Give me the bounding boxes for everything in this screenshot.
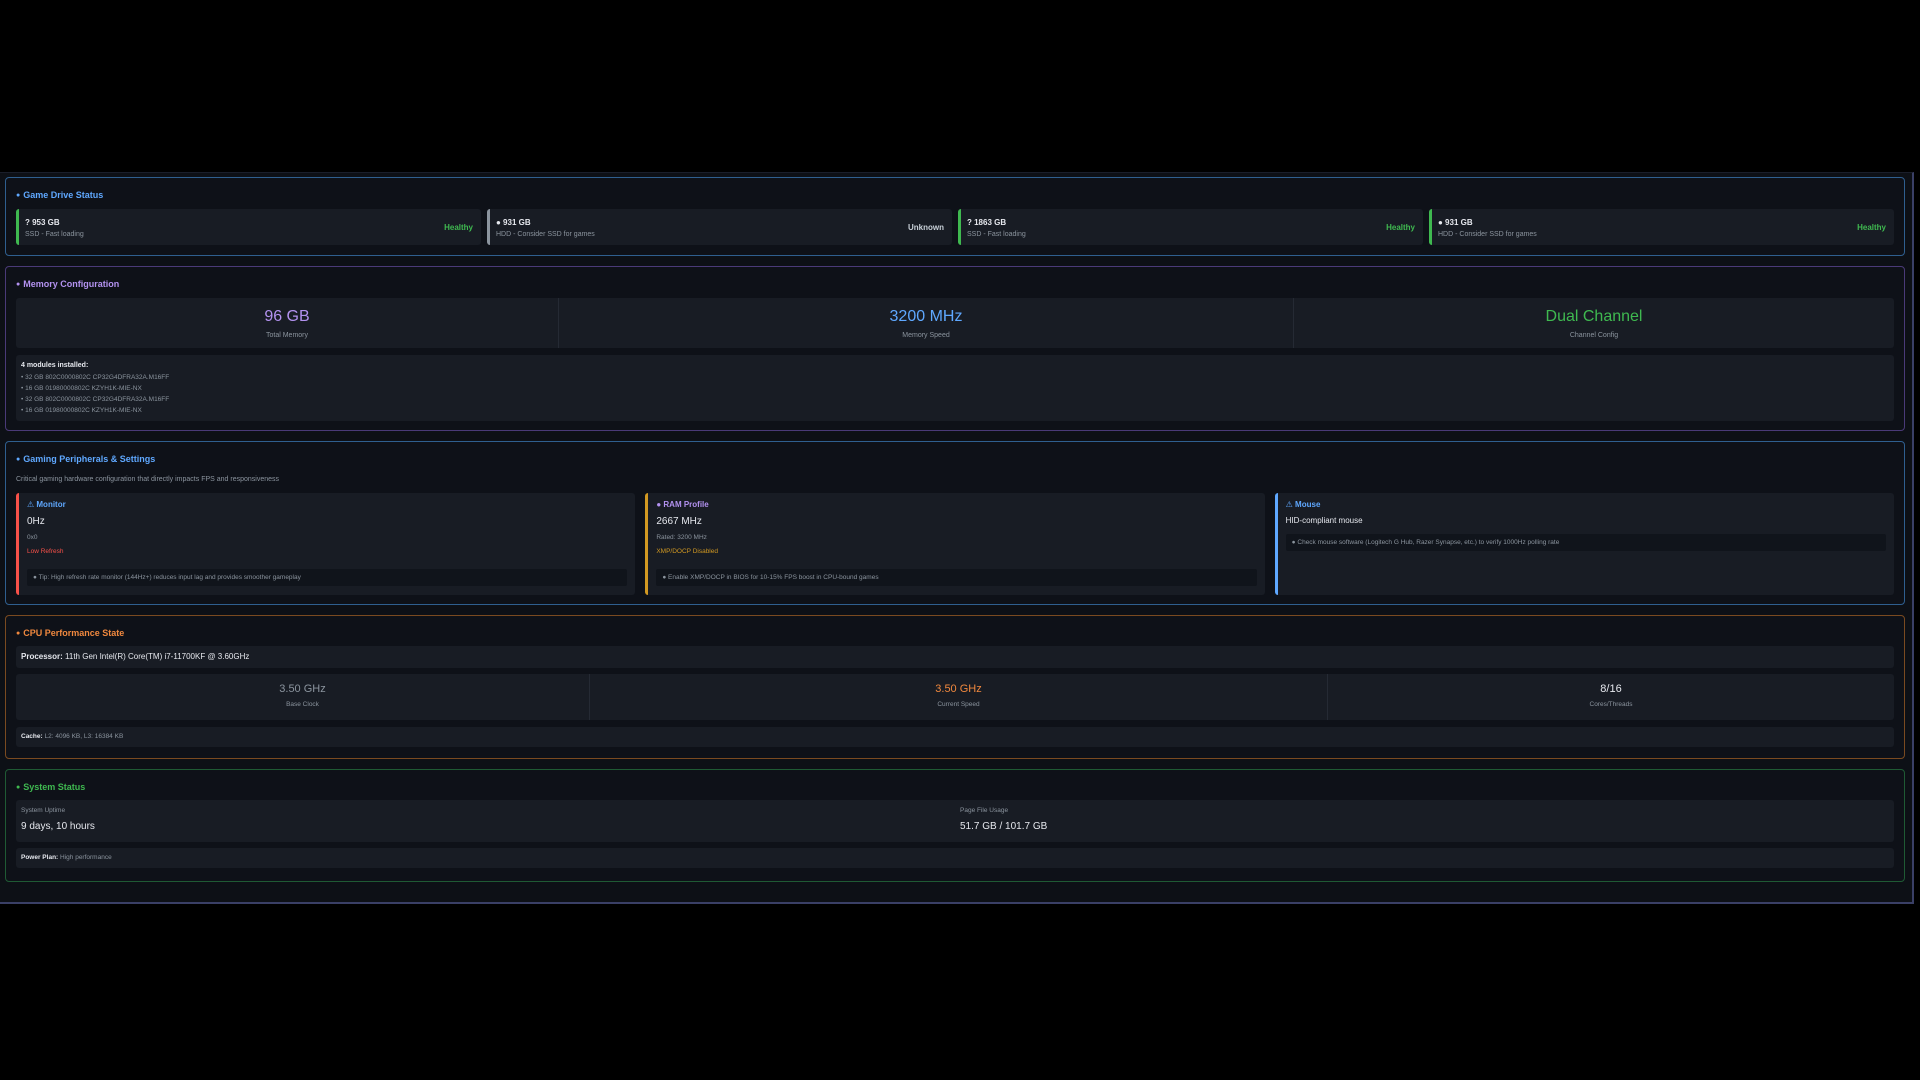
drive-list: ? 953 GB SSD - Fast loading Healthy ● 93… bbox=[16, 209, 1894, 245]
module-item: • 16 GB 01980000802C KZYH1K-MIE-NX bbox=[21, 407, 142, 414]
mouse-tip: ● Check mouse software (Logitech G Hub, … bbox=[1285, 534, 1886, 551]
drive-card: ● 931 GB HDD - Consider SSD for games He… bbox=[1429, 209, 1894, 245]
drive-card: ? 1863 GB SSD - Fast loading Healthy bbox=[958, 209, 1423, 245]
drive-type: SSD - Fast loading bbox=[967, 231, 1026, 238]
memory-speed-value: 3200 MHz bbox=[889, 308, 963, 325]
power-plan-label: Power Plan: bbox=[21, 854, 59, 861]
cores-threads-label: Cores/Threads bbox=[1589, 701, 1633, 708]
power-plan-row: Power Plan: High performance bbox=[16, 848, 1894, 868]
memory-stats: 96 GB Total Memory 3200 MHz Memory Speed… bbox=[16, 298, 1894, 348]
base-clock-value: 3.50 GHz bbox=[279, 683, 326, 695]
section-title: ● System Status bbox=[16, 782, 86, 792]
system-status-section: ● System Status System Uptime 9 days, 10 … bbox=[5, 769, 1905, 882]
drive-status: Unknown bbox=[908, 223, 944, 232]
ram-rated-speed: Rated: 3200 MHz bbox=[656, 534, 707, 541]
ram-speed-value: 2667 MHz bbox=[656, 516, 702, 527]
cpu-performance-section: ● CPU Performance State Processor: 11th G… bbox=[5, 615, 1905, 759]
mouse-title: ⚠ Mouse bbox=[1285, 500, 1321, 509]
bullet-icon: ● bbox=[16, 630, 21, 637]
cache-row: Cache: L2: 4096 KB, L3: 16384 KB bbox=[16, 727, 1894, 747]
current-speed-value: 3.50 GHz bbox=[935, 683, 982, 695]
current-speed-label: Current Speed bbox=[937, 701, 980, 708]
channel-config-value: Dual Channel bbox=[1545, 308, 1643, 325]
pagefile-value: 51.7 GB / 101.7 GB bbox=[960, 821, 1048, 832]
bullet-icon: ● bbox=[16, 281, 21, 288]
drive-type: HDD - Consider SSD for games bbox=[496, 231, 595, 238]
base-clock-label: Base Clock bbox=[286, 701, 319, 708]
section-title: ● Memory Configuration bbox=[16, 279, 120, 289]
drive-size: ● 931 GB bbox=[496, 218, 531, 227]
dashboard-panel: ● Game Drive Status ? 953 GB SSD - Fast l… bbox=[0, 172, 1914, 904]
total-memory-stat: 96 GB Total Memory bbox=[16, 298, 559, 348]
system-stats: System Uptime 9 days, 10 hours Page File… bbox=[16, 800, 1894, 842]
processor-row: Processor: 11th Gen Intel(R) Core(TM) i7… bbox=[16, 646, 1894, 668]
memory-modules: 4 modules installed: • 32 GB 802C0000802… bbox=[16, 355, 1894, 421]
drive-type: HDD - Consider SSD for games bbox=[1438, 231, 1537, 238]
pagefile-cell: Page File Usage 51.7 GB / 101.7 GB bbox=[955, 800, 1894, 842]
channel-config-stat: Dual Channel Channel Config bbox=[1294, 298, 1894, 348]
section-title: ● Game Drive Status bbox=[16, 190, 104, 200]
processor-label: Processor: bbox=[21, 652, 63, 661]
uptime-label: System Uptime bbox=[21, 807, 66, 814]
monitor-resolution: 0x0 bbox=[27, 534, 38, 541]
pagefile-label: Page File Usage bbox=[960, 807, 1009, 814]
module-item: • 32 GB 802C0000802C CP32G4DFRA32A.M16FF bbox=[21, 374, 170, 381]
ram-profile-card: ● RAM Profile 2667 MHz Rated: 3200 MHz X… bbox=[645, 493, 1265, 595]
drive-size: ? 1863 GB bbox=[967, 218, 1007, 227]
ram-tip: ● Enable XMP/DOCP in BIOS for 10-15% FPS… bbox=[656, 569, 1257, 586]
section-title: ● Gaming Peripherals & Settings bbox=[16, 454, 156, 464]
cpu-stats: 3.50 GHz Base Clock 3.50 GHz Current Spe… bbox=[16, 674, 1894, 720]
channel-config-label: Channel Config bbox=[1569, 332, 1619, 339]
gaming-peripherals-section: ● Gaming Peripherals & Settings Critical … bbox=[5, 441, 1905, 605]
uptime-value: 9 days, 10 hours bbox=[21, 821, 95, 832]
cache-label: Cache: bbox=[21, 733, 43, 740]
xmp-warning: XMP/DOCP Disabled bbox=[656, 548, 718, 555]
monitor-card: ⚠ Monitor 0Hz 0x0 Low Refresh ● Tip: Hig… bbox=[16, 493, 636, 595]
cores-threads-value: 8/16 bbox=[1600, 683, 1622, 695]
peripheral-cards: ⚠ Monitor 0Hz 0x0 Low Refresh ● Tip: Hig… bbox=[16, 493, 1894, 595]
current-speed-stat: 3.50 GHz Current Speed bbox=[590, 674, 1328, 720]
section-subtitle: Critical gaming hardware configuration t… bbox=[16, 476, 280, 483]
memory-configuration-section: ● Memory Configuration 96 GB Total Memory… bbox=[5, 266, 1905, 431]
module-item: • 32 GB 802C0000802C CP32G4DFRA32A.M16FF bbox=[21, 396, 170, 403]
drive-card: ? 953 GB SSD - Fast loading Healthy bbox=[16, 209, 481, 245]
drive-type: SSD - Fast loading bbox=[25, 231, 84, 238]
drive-status: Healthy bbox=[1386, 223, 1415, 232]
monitor-tip: ● Tip: High refresh rate monitor (144Hz+… bbox=[27, 569, 628, 586]
monitor-warning: Low Refresh bbox=[27, 548, 64, 555]
section-title: ● CPU Performance State bbox=[16, 628, 125, 638]
processor-name: 11th Gen Intel(R) Core(TM) i7-11700KF @ … bbox=[62, 652, 250, 661]
total-memory-value: 96 GB bbox=[264, 308, 310, 325]
cache-value: L2: 4096 KB, L3: 16384 KB bbox=[42, 733, 124, 740]
memory-speed-label: Memory Speed bbox=[902, 332, 950, 339]
total-memory-label: Total Memory bbox=[265, 332, 308, 339]
module-item: • 16 GB 01980000802C KZYH1K-MIE-NX bbox=[21, 385, 142, 392]
drive-status: Healthy bbox=[1857, 223, 1886, 232]
base-clock-stat: 3.50 GHz Base Clock bbox=[16, 674, 590, 720]
cores-threads-stat: 8/16 Cores/Threads bbox=[1328, 674, 1894, 720]
monitor-title: ⚠ Monitor bbox=[27, 500, 66, 509]
bullet-icon: ● bbox=[16, 456, 21, 463]
monitor-refresh-value: 0Hz bbox=[27, 516, 45, 527]
power-plan-value: High performance bbox=[58, 854, 112, 861]
mouse-name: HID-compliant mouse bbox=[1285, 516, 1363, 525]
bullet-icon: ● bbox=[16, 784, 21, 791]
drive-size: ● 931 GB bbox=[1438, 218, 1473, 227]
game-drive-status-section: ● Game Drive Status ? 953 GB SSD - Fast l… bbox=[5, 177, 1905, 256]
modules-title: 4 modules installed: bbox=[21, 362, 89, 369]
drive-size: ? 953 GB bbox=[25, 218, 60, 227]
ram-profile-title: ● RAM Profile bbox=[656, 500, 709, 509]
drive-status: Healthy bbox=[444, 223, 473, 232]
drive-card: ● 931 GB HDD - Consider SSD for games Un… bbox=[487, 209, 952, 245]
mouse-card: ⚠ Mouse HID-compliant mouse ● Check mous… bbox=[1274, 493, 1894, 595]
bullet-icon: ● bbox=[16, 192, 21, 199]
uptime-cell: System Uptime 9 days, 10 hours bbox=[16, 800, 955, 842]
memory-speed-stat: 3200 MHz Memory Speed bbox=[559, 298, 1294, 348]
